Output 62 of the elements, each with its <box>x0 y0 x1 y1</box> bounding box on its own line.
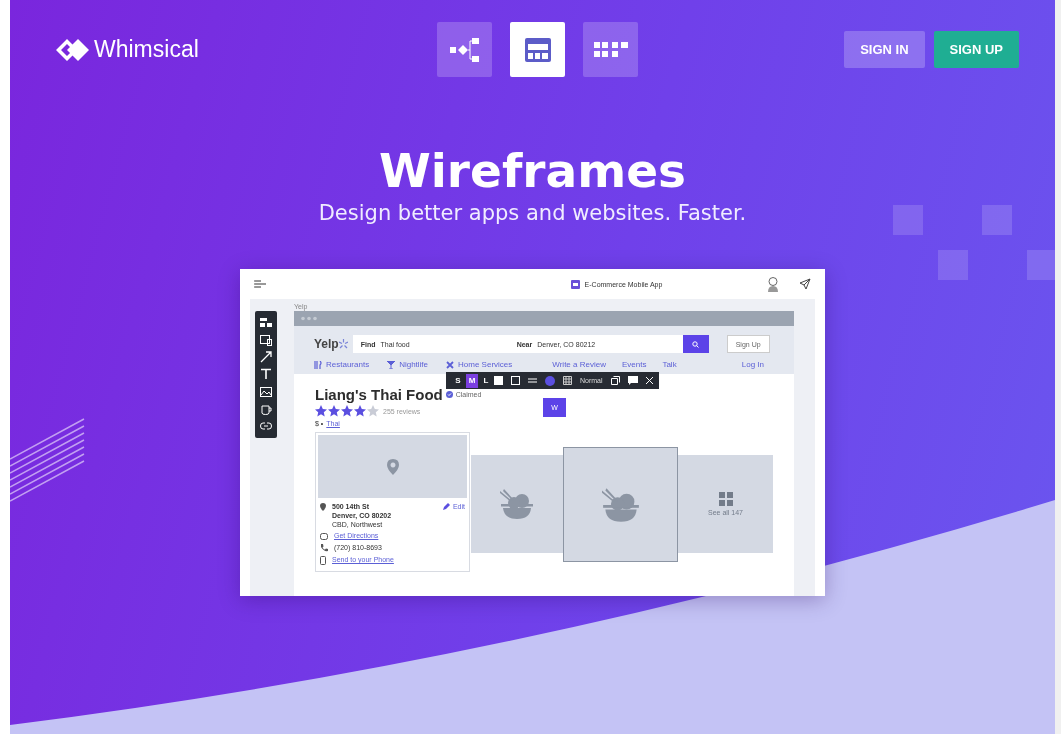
board-product-tab[interactable] <box>583 22 638 77</box>
copy-icon[interactable] <box>610 376 620 385</box>
star-icon <box>367 405 379 417</box>
logo-text: Whimsical <box>94 36 199 63</box>
star-icon <box>354 405 366 417</box>
paper-plane-icon[interactable] <box>799 278 811 290</box>
fork-icon <box>314 360 322 369</box>
logo-icon <box>56 38 90 61</box>
document-icon <box>570 279 580 289</box>
device-tool-icon[interactable] <box>260 333 272 346</box>
size-option[interactable]: M <box>466 373 478 388</box>
pencil-icon <box>442 503 450 510</box>
size-option[interactable]: L <box>480 373 492 388</box>
search-button[interactable] <box>682 335 709 353</box>
menu-icon[interactable] <box>254 280 266 288</box>
text-tool-icon[interactable] <box>260 368 272 381</box>
wireframe-product-tab[interactable] <box>510 22 565 77</box>
mobile-icon <box>320 556 326 565</box>
link-tool-icon[interactable] <box>260 420 272 433</box>
bowl-icon <box>601 487 640 522</box>
map-pin-icon <box>320 503 326 511</box>
search-icon <box>692 340 700 348</box>
site-nav-link[interactable]: Events <box>621 360 647 369</box>
tools-icon <box>446 360 455 369</box>
map-pin-icon <box>386 458 399 475</box>
wireframe-icon <box>524 37 551 62</box>
comment-icon[interactable] <box>627 376 638 385</box>
star-icon <box>341 405 353 417</box>
elements-tool-icon[interactable] <box>260 316 272 329</box>
size-option[interactable]: S <box>452 373 464 388</box>
icon-tool-icon[interactable] <box>260 403 272 416</box>
star-icon <box>328 405 340 417</box>
grid-icon <box>718 492 733 506</box>
outline-icon[interactable] <box>511 376 520 385</box>
image-tool-icon[interactable] <box>260 385 272 398</box>
star-icon <box>315 405 327 417</box>
color-dot-icon[interactable] <box>545 375 555 386</box>
flowchart-product-tab[interactable] <box>437 22 492 77</box>
person-icon[interactable] <box>767 276 779 292</box>
log-in-link[interactable]: Log In <box>741 360 764 369</box>
burst-icon <box>338 339 348 349</box>
business-name: Liang's Thai Food <box>315 386 443 403</box>
flowchart-icon <box>449 37 480 62</box>
sign-in-button[interactable]: SIGN IN <box>844 31 925 68</box>
site-nav-link[interactable]: Write a Review <box>552 360 606 369</box>
site-logo: Yelp <box>314 337 339 351</box>
hero-title: Wireframes <box>377 143 688 199</box>
arrow-tool-icon[interactable] <box>260 351 272 364</box>
directions-icon <box>320 532 328 540</box>
nightlife-link[interactable]: Nightlife <box>387 360 429 369</box>
phone-icon <box>320 544 328 552</box>
services-link[interactable]: Home Services <box>446 360 513 369</box>
restaurants-link[interactable]: Restaurants <box>314 360 370 369</box>
cocktail-icon <box>387 360 396 369</box>
site-nav-link[interactable]: Talk <box>662 360 677 369</box>
lines-icon[interactable] <box>528 376 537 385</box>
grid-icon[interactable] <box>563 376 572 385</box>
verified-icon <box>445 391 453 398</box>
hero-subtitle: Design better apps and websites. Faster. <box>317 201 748 225</box>
blocks-icon <box>593 41 628 58</box>
bowl-icon <box>500 489 534 519</box>
close-icon[interactable] <box>645 377 653 384</box>
